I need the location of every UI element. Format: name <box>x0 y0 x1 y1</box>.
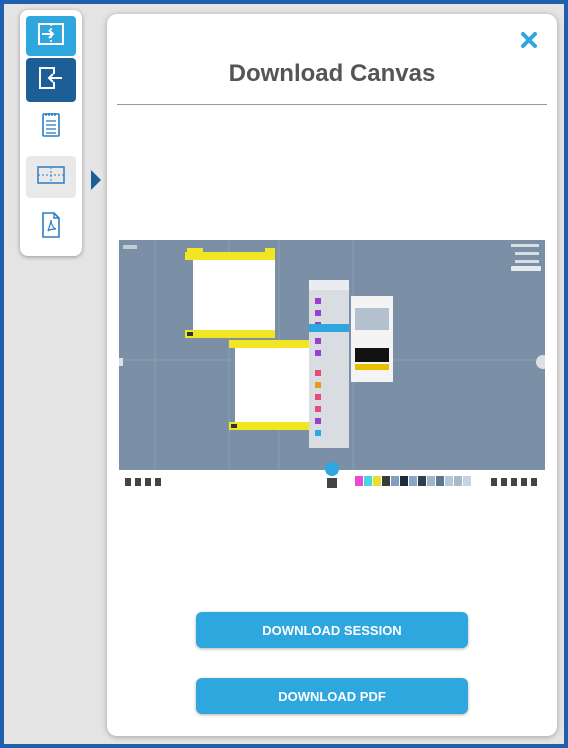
close-icon <box>517 32 541 56</box>
export-icon <box>37 65 65 96</box>
canvas-preview-image <box>119 240 545 496</box>
panel-pointer-arrow <box>91 170 101 190</box>
close-button[interactable] <box>517 28 541 52</box>
download-session-button[interactable]: DOWNLOAD SESSION <box>196 612 468 648</box>
canvas-layout-icon <box>36 164 66 191</box>
download-pdf-button[interactable]: DOWNLOAD PDF <box>196 678 468 714</box>
import-icon <box>37 22 65 51</box>
title-divider <box>117 104 547 105</box>
pdf-file-icon <box>40 211 62 244</box>
canvas-layout-button[interactable] <box>26 156 76 198</box>
notepad-icon <box>40 111 62 144</box>
panel-title: Download Canvas <box>228 60 436 87</box>
side-toolbar <box>20 10 82 256</box>
pdf-export-button[interactable] <box>26 206 76 248</box>
notepad-button[interactable] <box>26 106 76 148</box>
download-canvas-panel: Download Canvas DOWNLOAD SESSION DOWNLOA… <box>107 14 557 736</box>
export-button[interactable] <box>26 58 76 102</box>
canvas-preview-thumbnail <box>119 240 545 496</box>
import-button[interactable] <box>26 16 76 56</box>
